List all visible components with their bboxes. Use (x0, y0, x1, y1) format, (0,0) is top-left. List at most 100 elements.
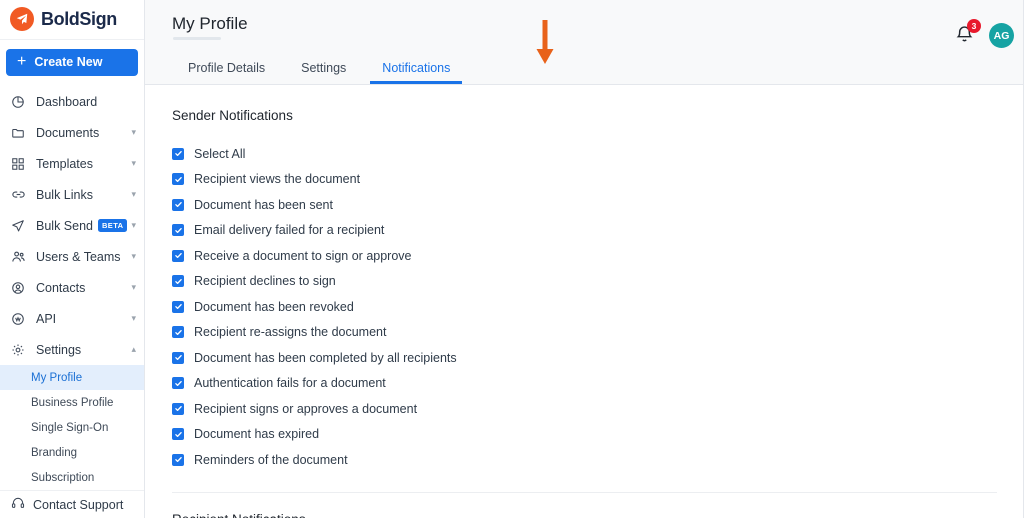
tab-profile-details[interactable]: Profile Details (170, 61, 283, 84)
chevron-down-icon[interactable]: ▾ (131, 283, 136, 292)
checkbox-row-document-completed[interactable]: Document has been completed by all recip… (172, 345, 1024, 371)
app-window: BoldSign + Create New Dashboard Document… (0, 0, 1024, 518)
checkbox-label: Select All (194, 146, 246, 161)
tab-bar: Profile Details Settings Notifications (170, 50, 468, 84)
checkbox-row-recipient-reassigns[interactable]: Recipient re-assigns the document (172, 320, 1024, 346)
checkbox-row-recipient-views[interactable]: Recipient views the document (172, 167, 1024, 193)
checkbox-checked-icon[interactable] (172, 402, 184, 415)
sidebar-item-api[interactable]: API ▾ (0, 303, 144, 334)
pie-chart-icon (11, 95, 28, 109)
sidebar-item-documents[interactable]: Documents ▾ (0, 117, 144, 148)
checkbox-checked-icon[interactable] (172, 453, 184, 466)
sidebar-item-settings[interactable]: Settings ▴ (0, 334, 144, 365)
checkbox-row-document-expired[interactable]: Document has expired (172, 422, 1024, 448)
checkbox-row-email-delivery-failed[interactable]: Email delivery failed for a recipient (172, 218, 1024, 244)
checkbox-checked-icon[interactable] (172, 300, 184, 313)
checkbox-row-authentication-fails[interactable]: Authentication fails for a document (172, 371, 1024, 397)
api-icon (11, 312, 28, 326)
checkbox-checked-icon[interactable] (172, 351, 184, 364)
checkbox-checked-icon[interactable] (172, 275, 184, 288)
chevron-down-icon[interactable]: ▾ (131, 190, 136, 199)
sender-notifications-list: Select All Recipient views the document … (172, 141, 1024, 473)
recipient-notifications-heading: Recipient Notifications (172, 512, 1024, 518)
checkbox-row-receive-document[interactable]: Receive a document to sign or approve (172, 243, 1024, 269)
tab-label: Notifications (382, 61, 451, 75)
sidebar-item-label: Users & Teams (36, 249, 121, 264)
chevron-down-icon[interactable]: ▾ (131, 128, 136, 137)
checkbox-label: Receive a document to sign or approve (194, 248, 412, 263)
sidebar-item-subscription[interactable]: Subscription (0, 465, 144, 490)
checkbox-label: Email delivery failed for a recipient (194, 223, 385, 238)
checkbox-checked-icon[interactable] (172, 377, 184, 390)
brand-name: BoldSign (41, 8, 117, 29)
settings-submenu: My Profile Business Profile Single Sign-… (0, 365, 144, 490)
checkbox-row-reminders[interactable]: Reminders of the document (172, 447, 1024, 473)
checkbox-label: Document has been revoked (194, 299, 354, 314)
checkbox-checked-icon[interactable] (172, 198, 184, 211)
brand-logo[interactable]: BoldSign (0, 0, 144, 40)
sidebar-item-single-sign-on[interactable]: Single Sign-On (0, 415, 144, 440)
checkbox-checked-icon[interactable] (172, 326, 184, 339)
submenu-label: Single Sign-On (31, 421, 109, 434)
submenu-label: Subscription (31, 471, 95, 484)
tab-label: Profile Details (188, 61, 266, 75)
plus-icon: + (17, 53, 27, 71)
primary-navigation: Dashboard Documents ▾ Templates ▾ Bulk L… (0, 86, 144, 490)
sidebar-item-bulk-send[interactable]: Bulk Send BETA ▾ (0, 210, 144, 241)
chevron-down-icon[interactable]: ▾ (131, 252, 136, 261)
sidebar-item-my-profile[interactable]: My Profile (0, 365, 144, 391)
sidebar-item-label: Contacts (36, 280, 86, 295)
contact-support-label: Contact Support (33, 497, 124, 512)
checkbox-label: Reminders of the document (194, 452, 348, 467)
checkbox-row-recipient-signs[interactable]: Recipient signs or approves a document (172, 396, 1024, 422)
checkbox-row-document-revoked[interactable]: Document has been revoked (172, 294, 1024, 320)
checkbox-label: Authentication fails for a document (194, 376, 386, 391)
sidebar-item-label: Dashboard (36, 94, 98, 109)
create-new-button[interactable]: + Create New (6, 48, 138, 77)
grid-icon (11, 157, 28, 171)
checkbox-checked-icon[interactable] (172, 249, 184, 262)
link-icon (11, 187, 28, 202)
send-icon (11, 219, 28, 233)
checkbox-checked-icon[interactable] (172, 428, 184, 441)
notifications-bell-button[interactable]: 3 (954, 19, 981, 49)
content-area: Sender Notifications Select All Recipien… (145, 85, 1024, 518)
paper-plane-icon (10, 7, 34, 32)
checkbox-label: Recipient declines to sign (194, 274, 336, 289)
sidebar-item-dashboard[interactable]: Dashboard (0, 86, 144, 117)
chevron-down-icon[interactable]: ▾ (131, 314, 136, 323)
avatar[interactable]: AG (989, 23, 1014, 48)
checkbox-row-recipient-declines[interactable]: Recipient declines to sign (172, 269, 1024, 295)
checkbox-checked-icon[interactable] (172, 173, 184, 186)
folder-icon (11, 126, 28, 140)
sidebar-item-bulk-links[interactable]: Bulk Links ▾ (0, 179, 144, 210)
checkbox-row-document-sent[interactable]: Document has been sent (172, 192, 1024, 218)
checkbox-label: Recipient views the document (194, 172, 361, 187)
sidebar-item-templates[interactable]: Templates ▾ (0, 148, 144, 179)
tab-notifications[interactable]: Notifications (364, 61, 468, 84)
tab-label: Settings (301, 61, 347, 75)
checkbox-label: Document has expired (194, 427, 320, 442)
contact-support-button[interactable]: Contact Support (0, 490, 144, 518)
chevron-down-icon[interactable]: ▾ (131, 159, 136, 168)
title-underline (173, 37, 221, 40)
sidebar-item-label: Templates (36, 156, 93, 171)
chevron-down-icon[interactable]: ▾ (131, 221, 136, 230)
sidebar-item-business-profile[interactable]: Business Profile (0, 390, 144, 415)
checkbox-label: Document has been sent (194, 197, 333, 212)
headset-icon (11, 496, 25, 513)
chevron-up-icon[interactable]: ▴ (131, 345, 136, 354)
sidebar-item-users-teams[interactable]: Users & Teams ▾ (0, 241, 144, 272)
submenu-label: Business Profile (31, 396, 114, 409)
sidebar-item-contacts[interactable]: Contacts ▾ (0, 272, 144, 303)
header-bar: My Profile 3 AG Profile Details Settings (145, 0, 1024, 85)
gear-icon (11, 343, 28, 357)
submenu-label: Branding (31, 446, 78, 459)
checkbox-checked-icon[interactable] (172, 224, 184, 237)
checkbox-row-select-all[interactable]: Select All (172, 141, 1024, 167)
checkbox-checked-icon[interactable] (172, 147, 184, 160)
sidebar-item-label: Settings (36, 342, 82, 357)
tab-settings[interactable]: Settings (283, 61, 364, 84)
bell-icon (954, 26, 975, 49)
sidebar-item-branding[interactable]: Branding (0, 440, 144, 465)
